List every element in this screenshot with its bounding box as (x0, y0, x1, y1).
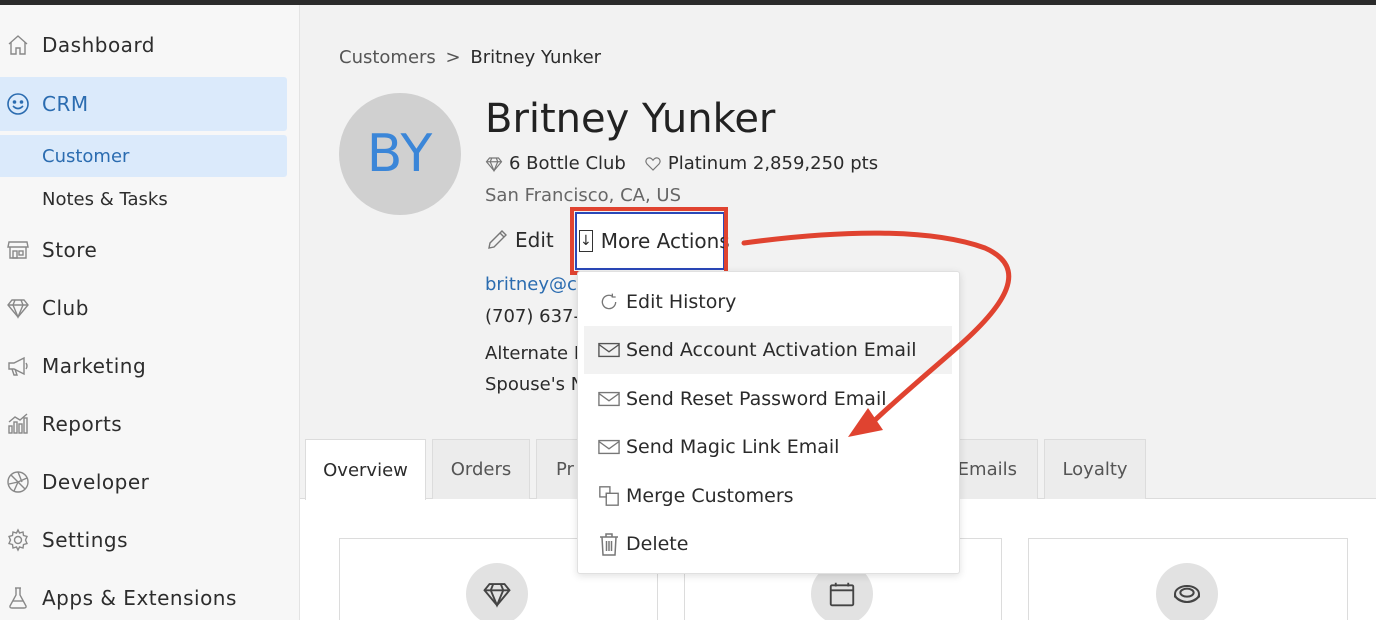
menu-item-merge-customers[interactable]: Merge Customers (584, 472, 952, 520)
sidebar-item-store[interactable]: Store (0, 224, 287, 276)
edit-button-label: Edit (515, 228, 554, 252)
trash-icon (596, 532, 622, 556)
sidebar-item-label: Club (42, 296, 89, 320)
menu-item-label: Send Magic Link Email (626, 436, 840, 458)
sidebar-item-label: Apps & Extensions (42, 586, 237, 610)
sidebar-item-reports[interactable]: Reports (0, 398, 287, 450)
sidebar-subitem-label: Notes & Tasks (42, 188, 168, 210)
sidebar-item-developer[interactable]: Developer (0, 456, 287, 508)
sidebar-subitem-notes-tasks[interactable]: Notes & Tasks (0, 178, 287, 220)
customer-meta: 6 Bottle Club Platinum 2,859,250 pts (485, 153, 896, 174)
envelope-icon (596, 341, 622, 359)
diamond-icon (2, 292, 34, 324)
more-actions-dropdown: Edit History Send Account Activation Ema… (577, 271, 960, 574)
breadcrumb: Customers > Britney Yunker (339, 47, 601, 68)
menu-item-label: Edit History (626, 291, 737, 313)
pencil-icon (488, 230, 507, 249)
history-icon (596, 292, 622, 312)
sidebar-item-label: Developer (42, 470, 150, 494)
sidebar-item-label: Reports (42, 412, 123, 436)
sidebar-item-label: Store (42, 238, 98, 262)
sidebar-item-settings[interactable]: Settings (0, 514, 287, 566)
customer-spouse-name: Spouse's N (485, 374, 585, 395)
sidebar-item-label: Marketing (42, 354, 147, 378)
breadcrumb-separator: > (445, 47, 461, 68)
sidebar-item-label: Dashboard (42, 33, 156, 57)
sidebar-subitem-label: Customer (42, 145, 130, 167)
sidebar-item-dashboard[interactable]: Dashboard (0, 19, 287, 71)
flask-icon (2, 582, 34, 614)
smiley-icon (2, 88, 34, 120)
sidebar: Dashboard CRM Customer Notes & Tasks Sto… (0, 5, 300, 620)
customer-alternate-email: Alternate E (485, 343, 586, 364)
aperture-icon (2, 466, 34, 498)
tab-loyalty[interactable]: Loyalty (1044, 439, 1146, 499)
menu-item-send-magic-link-email[interactable]: Send Magic Link Email (584, 423, 952, 471)
sidebar-subitem-customer[interactable]: Customer (0, 135, 287, 177)
customer-email[interactable]: britney@co (485, 274, 588, 295)
diamond-icon (466, 563, 528, 620)
sidebar-item-label: CRM (42, 92, 89, 116)
sidebar-item-club[interactable]: Club (0, 282, 287, 334)
megaphone-icon (2, 350, 34, 382)
menu-item-edit-history[interactable]: Edit History (584, 278, 952, 326)
customer-location: San Francisco, CA, US (485, 185, 682, 206)
envelope-icon (596, 438, 622, 456)
menu-item-label: Merge Customers (626, 485, 794, 507)
merge-icon (596, 485, 622, 507)
edit-button[interactable]: Edit (485, 228, 554, 252)
annotation-highlight-box (570, 207, 728, 275)
loyalty-points: Platinum 2,859,250 pts (667, 153, 879, 174)
sidebar-item-apps-extensions[interactable]: Apps & Extensions (0, 572, 287, 620)
sidebar-item-crm[interactable]: CRM (0, 77, 287, 131)
avatar: BY (339, 93, 461, 215)
sidebar-item-marketing[interactable]: Marketing (0, 340, 287, 392)
tab-overview[interactable]: Overview (305, 439, 426, 500)
coin-icon (1156, 563, 1218, 620)
customer-phone: (707) 637- (485, 306, 580, 327)
home-icon (2, 29, 34, 61)
club-membership[interactable]: 6 Bottle Club (509, 153, 626, 174)
envelope-icon (596, 390, 622, 408)
menu-item-send-reset-password-email[interactable]: Send Reset Password Email (584, 375, 952, 423)
sidebar-item-label: Settings (42, 528, 129, 552)
heart-icon (645, 156, 661, 171)
menu-item-delete[interactable]: Delete (584, 520, 952, 568)
menu-item-label: Delete (626, 533, 689, 555)
menu-item-label: Send Reset Password Email (626, 388, 887, 410)
menu-item-send-account-activation-email[interactable]: Send Account Activation Email (584, 326, 952, 374)
tab-orders[interactable]: Orders (432, 439, 530, 499)
bar-chart-icon (2, 408, 34, 440)
gear-icon (2, 524, 34, 556)
breadcrumb-current: Britney Yunker (470, 47, 602, 68)
menu-item-label: Send Account Activation Email (626, 339, 917, 361)
storefront-icon (2, 234, 34, 266)
diamond-icon (485, 156, 503, 172)
breadcrumb-parent[interactable]: Customers (339, 47, 436, 68)
page-title: Britney Yunker (485, 96, 776, 142)
